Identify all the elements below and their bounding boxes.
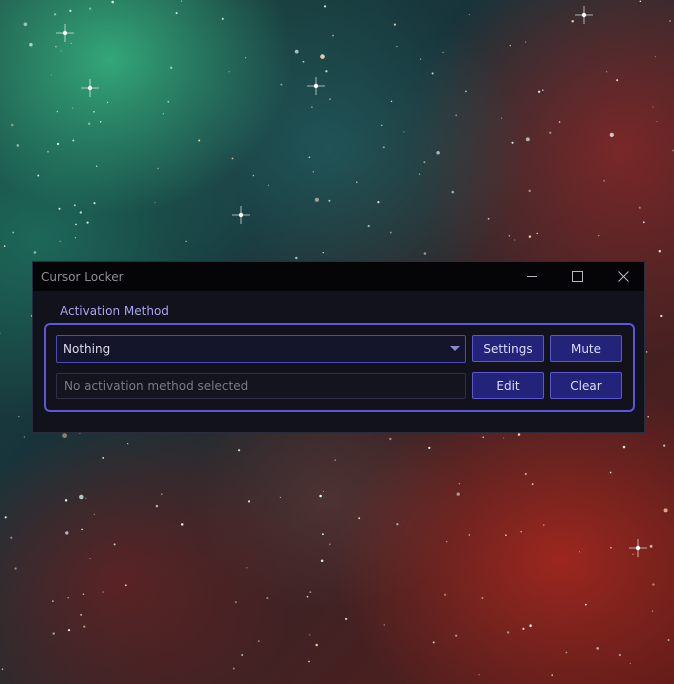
maximize-button[interactable]: [554, 262, 600, 291]
activation-status-text: No activation method selected: [64, 379, 249, 393]
activation-method-dropdown[interactable]: Nothing: [56, 335, 466, 363]
settings-button[interactable]: Settings: [472, 335, 544, 362]
title-bar[interactable]: Cursor Locker: [33, 262, 644, 291]
chevron-down-icon: [450, 346, 460, 351]
maximize-icon: [571, 271, 583, 282]
close-button[interactable]: [600, 262, 646, 291]
clear-button[interactable]: Clear: [550, 372, 622, 399]
edit-button[interactable]: Edit: [472, 372, 544, 399]
app-window: Cursor Locker Activation Method Nothing …: [32, 261, 645, 433]
dropdown-selected-value: Nothing: [63, 342, 111, 356]
activation-status-field: No activation method selected: [56, 373, 466, 399]
activation-method-label: Activation Method: [60, 304, 169, 318]
minimize-button[interactable]: [509, 262, 555, 291]
window-title: Cursor Locker: [41, 269, 124, 284]
minimize-icon: [527, 276, 537, 277]
close-icon: [617, 271, 629, 282]
mute-button[interactable]: Mute: [550, 335, 622, 362]
